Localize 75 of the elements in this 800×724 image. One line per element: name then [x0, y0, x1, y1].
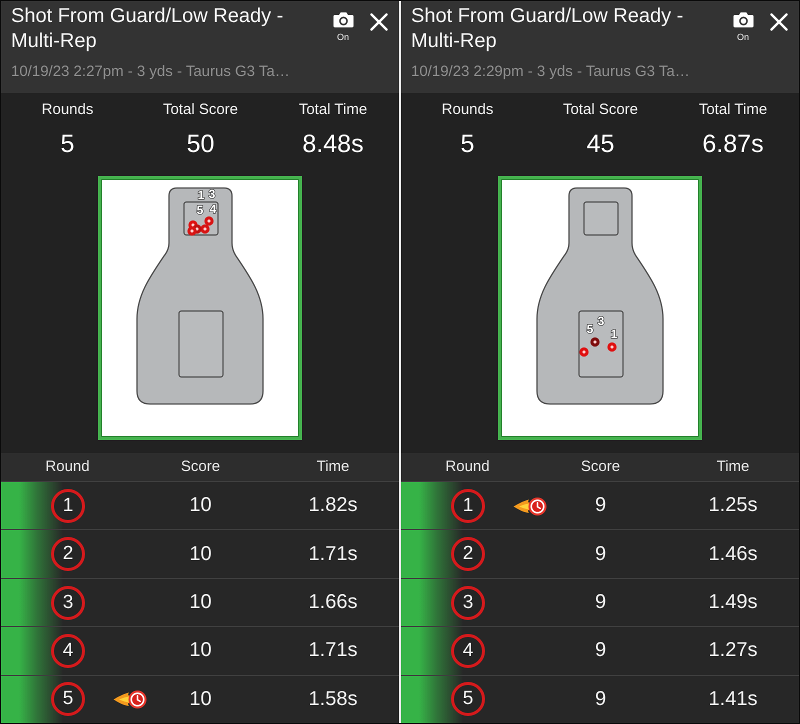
stat-label: Rounds — [42, 101, 94, 119]
column-header: Round — [445, 458, 490, 475]
time-cell: 1.71s — [308, 639, 358, 662]
score-cell: 9 — [594, 494, 606, 518]
camera-toggle[interactable]: On — [331, 11, 355, 42]
stat-value: 8.48s — [302, 129, 364, 159]
time-cell: 1.25s — [708, 494, 758, 518]
column-header: Time — [316, 458, 350, 475]
round-number: 3 — [51, 586, 85, 620]
bullet-hole-icon — [579, 347, 589, 357]
stat-label: Total Score — [562, 101, 638, 119]
camera-toggle[interactable]: On — [731, 11, 755, 42]
round-number: 5 — [451, 682, 485, 716]
shot-number: 3 — [208, 187, 216, 201]
shot-number: 3 — [598, 314, 604, 328]
round-number: 2 — [51, 537, 85, 572]
score-cell: 10 — [189, 688, 212, 711]
time-cell: 1.58s — [308, 688, 358, 711]
stat-label: Total Time — [698, 101, 768, 119]
stat-value: 6.87s — [702, 129, 764, 159]
shot-number: 5 — [196, 203, 204, 217]
stat-value: 45 — [586, 129, 614, 159]
session-details: 10/19/23 2:27pm - 3 yds - Taurus G3 Ta… — [11, 63, 291, 81]
score-cell: 9 — [594, 688, 606, 711]
column-header: Round — [45, 458, 90, 475]
bullet-hole-icon — [187, 226, 197, 236]
close-icon — [370, 13, 388, 31]
round-number: 1 — [451, 488, 485, 523]
bullet-hole-icon — [204, 216, 214, 226]
score-cell: 10 — [189, 591, 212, 614]
column-header: Score — [180, 458, 220, 475]
shot-number: 4 — [210, 202, 216, 216]
drill-title: Shot From Guard/Low Ready - Multi-Rep — [11, 4, 284, 54]
head-zone — [583, 201, 619, 236]
time-cell: 1.46s — [708, 542, 758, 566]
session-details: 10/19/23 2:29pm - 3 yds - Taurus G3 Ta… — [411, 63, 691, 81]
time-cell: 1.71s — [308, 542, 358, 566]
bullet-hole-icon — [607, 342, 617, 352]
score-cell: 9 — [594, 542, 606, 566]
stat-label: Total Score — [162, 101, 238, 119]
body-zone — [178, 310, 224, 378]
time-cell: 1.66s — [308, 591, 358, 614]
body-zone — [578, 310, 624, 378]
bullet-hole-icon — [590, 337, 600, 347]
round-number: 4 — [51, 634, 85, 668]
score-cell: 10 — [189, 542, 212, 566]
close-button[interactable] — [769, 12, 789, 32]
round-number: 3 — [451, 586, 485, 620]
score-cell: 10 — [189, 494, 212, 518]
drill-title: Shot From Guard/Low Ready - Multi-Rep — [411, 4, 684, 54]
shot-number: 5 — [586, 322, 594, 336]
round-number: 2 — [451, 537, 485, 572]
camera-icon — [332, 11, 354, 28]
round-number: 4 — [451, 634, 485, 668]
close-icon — [770, 13, 788, 31]
close-button[interactable] — [369, 12, 389, 32]
camera-icon — [732, 11, 754, 28]
round-number: 5 — [51, 682, 85, 716]
round-number: 1 — [51, 488, 85, 523]
column-header: Score — [580, 458, 620, 475]
score-cell: 9 — [594, 639, 606, 662]
time-cell: 1.27s — [708, 639, 758, 662]
time-cell: 1.82s — [308, 494, 358, 518]
stat-value: 5 — [460, 129, 474, 159]
stat-label: Total Time — [298, 101, 368, 119]
score-cell: 9 — [594, 591, 606, 614]
column-header: Time — [716, 458, 750, 475]
shot-number: 1 — [198, 188, 204, 202]
stat-label: Rounds — [442, 101, 494, 119]
time-cell: 1.41s — [708, 688, 758, 711]
score-cell: 10 — [189, 639, 212, 662]
stat-value: 50 — [186, 129, 214, 159]
time-cell: 1.49s — [708, 591, 758, 614]
stat-value: 5 — [60, 129, 74, 159]
shot-number: 1 — [610, 327, 618, 341]
